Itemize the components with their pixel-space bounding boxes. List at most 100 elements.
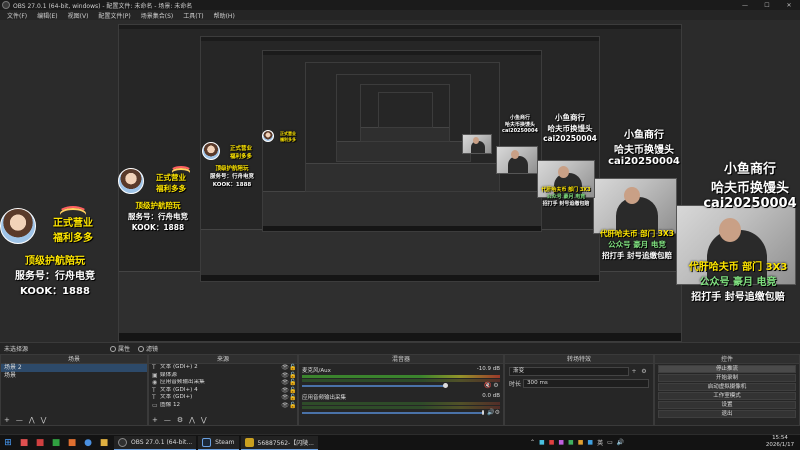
channel-name: 应用音频输出采集	[302, 395, 347, 401]
taskbar-app-steam[interactable]: Steam	[198, 435, 239, 450]
add-source-button[interactable]: +	[152, 416, 158, 424]
eye-icon[interactable]: 👁	[281, 402, 289, 410]
shop-id: cai20250004	[703, 196, 797, 211]
scene-item[interactable]: 场景	[1, 372, 147, 380]
filters-button[interactable]: 滤镜	[138, 344, 158, 353]
taskbar-clock[interactable]: 15:54 2026/1/17	[760, 434, 800, 450]
unlock-icon[interactable]: 🔓	[289, 402, 297, 410]
move-scene-down-button[interactable]: ⋁	[41, 416, 47, 424]
app-tray-icon[interactable]: ■	[549, 439, 555, 446]
close-button[interactable]: ✕	[778, 0, 800, 10]
menu-file[interactable]: 文件(F)	[2, 11, 32, 20]
network-icon[interactable]: ■	[539, 439, 545, 446]
eye-icon[interactable]: 👁	[281, 372, 289, 380]
move-scene-up-button[interactable]: ⋀	[29, 416, 35, 424]
game-icon[interactable]: ■	[16, 436, 32, 450]
studio-mode-button[interactable]: 工作室模式	[658, 391, 796, 400]
menu-profile[interactable]: 配置文件(P)	[93, 11, 135, 20]
menu-edit[interactable]: 编辑(E)	[32, 11, 62, 20]
volume-slider-handle[interactable]	[442, 383, 448, 388]
unlock-icon[interactable]: 🔓	[289, 379, 297, 387]
scene-item[interactable]: 场景 2	[1, 364, 147, 372]
app-tray-icon[interactable]: ■	[558, 439, 564, 446]
eye-icon[interactable]: 👁	[281, 394, 289, 402]
duration-input[interactable]: 300 ms	[523, 379, 649, 388]
promo-line-3: 招打手 封号追缴包赔	[542, 201, 590, 207]
unlock-icon[interactable]: 🔓	[289, 364, 297, 372]
preview-canvas[interactable]: 小鱼商行 哈夫币换馒头 cai20250004 小鱼商行 哈夫币换馒头 cai2…	[0, 20, 800, 342]
eye-icon[interactable]: 👁	[281, 379, 289, 387]
minimize-button[interactable]: —	[734, 0, 756, 10]
source-item[interactable]: ▣ 媒体源 👁 🔓	[149, 372, 297, 380]
chat-app-icon	[244, 437, 254, 447]
image-source-icon: ▭	[152, 401, 158, 409]
clock-time: 15:54	[772, 435, 788, 441]
source-item[interactable]: ◉ 应用音频输出采集 👁 🔓	[149, 379, 297, 387]
tray-expand-icon[interactable]: ⌃	[530, 439, 535, 446]
transition-properties-button[interactable]: ⚙	[639, 368, 649, 375]
volume-slider[interactable]	[302, 411, 485, 414]
gear-icon[interactable]: ⚙	[492, 382, 500, 389]
shop-overlay: 小鱼商行 哈夫币换馒头 cai20250004	[540, 112, 600, 143]
volume-meter	[302, 379, 500, 382]
app-tray-icon[interactable]: ■	[568, 439, 574, 446]
service-line-5: KOOK：1888	[20, 286, 90, 297]
move-source-up-button[interactable]: ⋀	[189, 416, 195, 424]
menu-view[interactable]: 视图(V)	[63, 11, 94, 20]
volume-meter	[302, 402, 500, 405]
transition-select[interactable]: 渐变	[509, 367, 629, 376]
channel-db: -10.9 dB	[476, 366, 500, 372]
move-source-down-button[interactable]: ⋁	[201, 416, 207, 424]
start-icon[interactable]: ⊞	[0, 436, 16, 450]
source-item[interactable]: T 文本 (GDI+) 4 👁 🔓	[149, 387, 297, 395]
mixer-channel: 应用音频输出采集 0.0 dB 🔊 ⚙	[302, 393, 500, 416]
source-item[interactable]: ▭ 图像 12 👁 🔓	[149, 402, 297, 410]
app-tray-icon[interactable]: ■	[578, 439, 584, 446]
network-status-icon[interactable]: ▭	[607, 439, 613, 446]
eye-icon[interactable]: 👁	[281, 364, 289, 372]
service-line-2: 福利多多	[229, 154, 252, 160]
shop-overlay: 小鱼商行 哈夫币换馒头 cai20250004	[604, 126, 684, 167]
settings-button[interactable]: 设置	[658, 400, 796, 409]
mute-icon[interactable]: 🔊	[487, 409, 494, 416]
remove-source-button[interactable]: —	[164, 416, 171, 424]
browser-icon[interactable]: ●	[80, 436, 96, 450]
gear-icon[interactable]: ⚙	[495, 409, 500, 416]
volume-icon[interactable]: 🔊	[617, 439, 624, 446]
game-icon[interactable]: ■	[64, 436, 80, 450]
taskbar: ⊞ ■ ■ ■ ■ ● ■ OBS 27.0.1 (64-bit... Stea…	[0, 434, 800, 450]
promo-line-2: 公众号 豪月 电竞	[608, 240, 666, 249]
properties-button[interactable]: 属性	[110, 344, 130, 353]
add-scene-button[interactable]: +	[4, 416, 10, 424]
stop-streaming-button[interactable]: 停止推流	[658, 364, 796, 373]
text-source-icon: T	[152, 364, 156, 371]
ime-indicator[interactable]: 英	[597, 438, 603, 447]
source-item[interactable]: T 文本 (GDI+) 👁 🔓	[149, 394, 297, 402]
exit-button[interactable]: 退出	[658, 409, 796, 418]
start-recording-button[interactable]: 开始录制	[658, 373, 796, 382]
taskbar-app-chat[interactable]: 56887562-【闪陵...	[240, 435, 318, 450]
unlock-icon[interactable]: 🔓	[289, 394, 297, 402]
app-tray-icon[interactable]: ■	[587, 439, 593, 446]
menu-help[interactable]: 帮助(H)	[209, 11, 240, 20]
volume-slider[interactable]	[302, 384, 445, 387]
service-line-1: 正式营业	[156, 173, 186, 182]
maximize-button[interactable]: ☐	[756, 0, 778, 10]
source-name: 文本 (GDI+) 2	[160, 364, 198, 370]
add-transition-button[interactable]: +	[629, 368, 639, 375]
volume-slider-handle[interactable]	[482, 410, 485, 415]
folder-icon[interactable]: ■	[96, 436, 112, 450]
eye-icon[interactable]: 👁	[281, 387, 289, 395]
taskbar-app-obs[interactable]: OBS 27.0.1 (64-bit...	[114, 435, 197, 450]
start-virtual-camera-button[interactable]: 启动虚拟摄像机	[658, 382, 796, 391]
menu-tools[interactable]: 工具(T)	[178, 11, 208, 20]
game-icon[interactable]: ■	[48, 436, 64, 450]
promo-line-2: 公众号 豪月 电竞	[546, 194, 586, 200]
mute-icon[interactable]: 🔇	[484, 382, 492, 389]
shop-slogan: 哈夫币换馒头	[547, 124, 593, 133]
source-item[interactable]: T 文本 (GDI+) 2 👁 🔓	[149, 364, 297, 372]
source-properties-button[interactable]: ⚙	[177, 416, 183, 424]
game-icon[interactable]: ■	[32, 436, 48, 450]
remove-scene-button[interactable]: —	[16, 416, 23, 424]
menu-scene-collection[interactable]: 场景集合(S)	[136, 11, 179, 20]
